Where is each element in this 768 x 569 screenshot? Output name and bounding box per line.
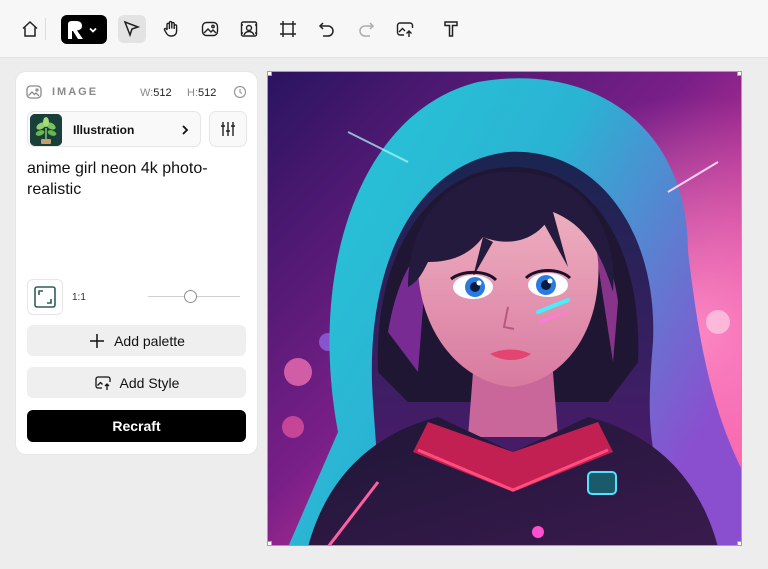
image-upload-icon: [94, 375, 111, 390]
aspect-ratio-icon: [34, 286, 56, 308]
home-icon: [22, 20, 38, 37]
text-tool-icon: [444, 21, 458, 37]
image-gen-icon: [201, 21, 219, 37]
style-settings-button[interactable]: [209, 111, 247, 147]
image-tool-button[interactable]: [196, 15, 224, 43]
history-clock-icon[interactable]: [233, 85, 247, 99]
width-value: 512: [153, 87, 172, 99]
style-thumbnail: [30, 114, 62, 146]
resize-handle-bottom-left[interactable]: [268, 541, 272, 545]
prompt-text-area[interactable]: anime girl neon 4k photo-realistic: [27, 158, 249, 200]
redo-icon: [359, 22, 375, 37]
plus-icon: [90, 333, 105, 348]
recraft-logo-icon: [68, 20, 83, 39]
height-label: H:: [187, 87, 198, 99]
toolbar-divider: [45, 18, 46, 40]
height-readout[interactable]: H:512: [187, 87, 216, 99]
aspect-ratio-slider-thumb[interactable]: [184, 290, 197, 303]
panel-title: IMAGE: [52, 86, 99, 98]
panel-header: IMAGE W:512 H:512: [26, 84, 247, 100]
hand-icon: [163, 20, 178, 37]
frame-crop-icon: [280, 21, 296, 37]
generated-image: [268, 72, 741, 545]
hand-tool-button[interactable]: [157, 15, 185, 43]
undo-button[interactable]: [313, 15, 341, 43]
frame-tool-button[interactable]: [274, 15, 302, 43]
text-tool-button[interactable]: [437, 15, 465, 43]
aspect-ratio-label: 1:1: [72, 292, 86, 303]
face-tool-button[interactable]: [235, 15, 263, 43]
width-label: W:: [140, 87, 154, 99]
upscale-tool-button[interactable]: [391, 15, 419, 43]
select-tool-button[interactable]: [118, 15, 146, 43]
resize-handle-top-right[interactable]: [737, 72, 741, 76]
style-name: Illustration: [73, 123, 135, 137]
resize-handle-bottom-right[interactable]: [737, 541, 741, 545]
home-button[interactable]: [16, 15, 44, 43]
logo-menu-button[interactable]: [61, 15, 107, 44]
chevron-right-icon: [182, 125, 189, 135]
image-settings-panel: IMAGE W:512 H:512 Illustration anime gir…: [16, 72, 257, 454]
aspect-ratio-button[interactable]: [27, 279, 63, 315]
cursor-arrow-icon: [123, 20, 141, 38]
style-selector[interactable]: Illustration: [27, 111, 201, 147]
height-value: 512: [198, 87, 217, 99]
image-icon: [26, 85, 42, 99]
add-style-button[interactable]: Add Style: [27, 367, 246, 398]
top-toolbar: [0, 0, 768, 58]
generated-image-canvas[interactable]: [267, 71, 742, 546]
sliders-icon: [221, 122, 235, 136]
image-upload-icon: [396, 22, 414, 37]
chevron-down-icon: [89, 27, 97, 33]
width-readout[interactable]: W:512: [140, 87, 172, 99]
redo-button[interactable]: [352, 15, 380, 43]
add-style-label: Add Style: [119, 374, 180, 391]
recraft-button[interactable]: Recraft: [27, 410, 246, 442]
face-frame-icon: [240, 21, 258, 37]
add-palette-label: Add palette: [114, 332, 185, 349]
resize-handle-top-left[interactable]: [268, 72, 272, 76]
undo-icon: [318, 22, 334, 37]
add-palette-button[interactable]: Add palette: [27, 325, 246, 356]
